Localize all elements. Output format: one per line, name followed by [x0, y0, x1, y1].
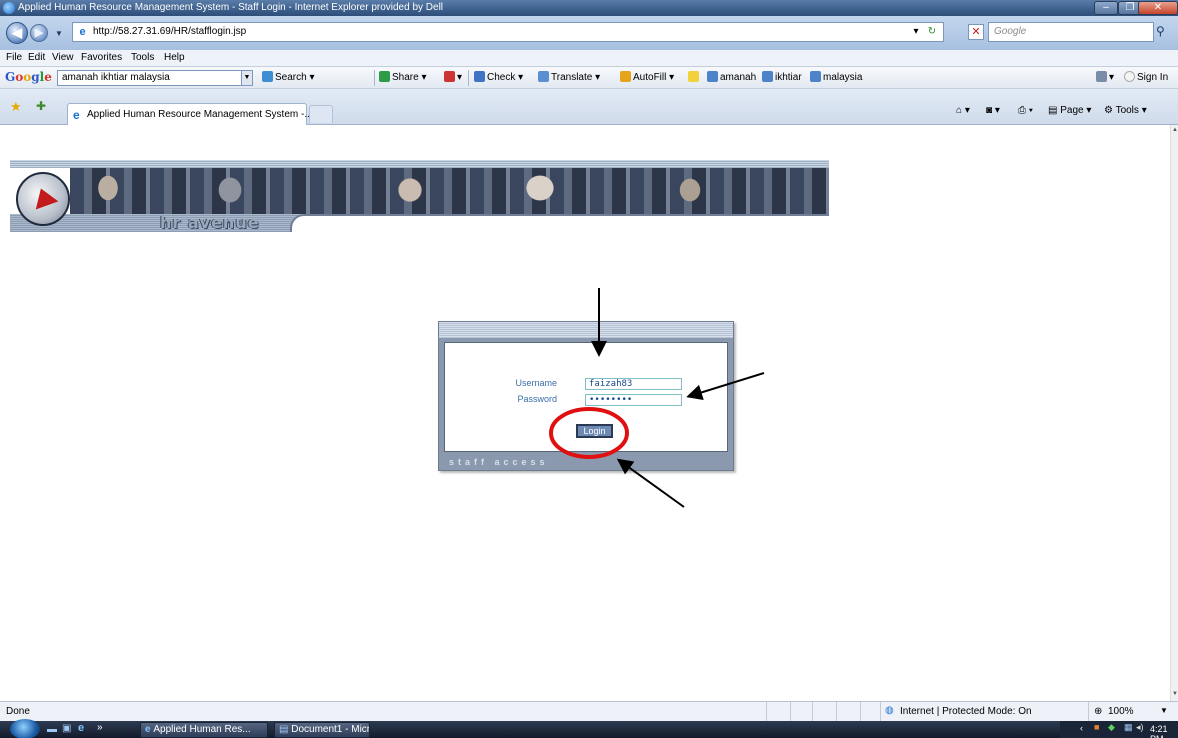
google-logo: Google [5, 70, 52, 84]
quicklaunch-ie-icon[interactable]: e [78, 722, 84, 734]
new-tab-button[interactable] [309, 105, 333, 123]
ie-page-icon: e [79, 26, 86, 38]
popup-blocker-icon [444, 71, 455, 82]
stop-icon[interactable]: ✕ [968, 24, 984, 40]
quicklaunch-overflow-icon[interactable]: » [97, 722, 103, 733]
tools-menu-button[interactable]: ⚙ Tools ▾ [1104, 105, 1147, 116]
system-tray: ‹ ■ ◆ ▦ ◂) 4:21 PM [1060, 721, 1178, 738]
menu-view[interactable]: View [52, 52, 74, 63]
google-toolbar: Google amanah ikhtiar malaysia ▼ Search … [0, 67, 1178, 89]
search-term-amanah[interactable]: amanah [707, 71, 756, 83]
wrench-settings-button[interactable]: ▾ [1096, 71, 1114, 83]
menu-bar: File Edit View Favorites Tools Help [0, 50, 1178, 67]
minimize-button[interactable]: – [1094, 1, 1118, 15]
search-term-ikhtiar[interactable]: ikhtiar [762, 71, 802, 83]
page-menu-button[interactable]: ▤ Page ▾ [1048, 105, 1091, 116]
address-bar: ◀ ▶ ▼ e http://58.27.31.69/HR/stafflogin… [0, 16, 1178, 50]
person-icon [810, 71, 821, 82]
translate-button[interactable]: Translate ▾ [538, 71, 600, 83]
zoom-dropdown-icon[interactable]: ▼ [1160, 706, 1168, 715]
home-button[interactable]: ⌂ ▾ [956, 105, 970, 116]
tray-expand-icon[interactable]: ‹ [1080, 723, 1083, 733]
tab-active[interactable]: e Applied Human Resource Management Syst… [67, 103, 313, 125]
taskbar-word-window[interactable]: ▤ Document1 - Micro... [274, 722, 370, 738]
sign-in-button[interactable]: Sign In [1124, 71, 1168, 83]
google-search-input[interactable]: amanah ikhtiar malaysia [57, 70, 247, 86]
ie-page-icon: e [73, 108, 80, 122]
spell-check-button[interactable]: Check ▾ [474, 71, 523, 83]
network-icon[interactable]: ▦ [1124, 722, 1133, 733]
share-button[interactable]: Share ▾ [379, 71, 427, 83]
shield-icon[interactable]: ◆ [1108, 722, 1115, 733]
clock[interactable]: 4:21 PM [1150, 724, 1178, 738]
arrow-to-login-button [616, 458, 685, 508]
search-field[interactable]: Google [988, 22, 1154, 42]
add-favorites-icon[interactable]: ✚ [36, 99, 46, 113]
recent-pages-dropdown[interactable]: ▼ [55, 29, 63, 38]
taskbar-ie-window[interactable]: e Applied Human Res... [140, 722, 268, 738]
highlighter-button[interactable] [688, 71, 701, 83]
tab-row: ★ ✚ e Applied Human Resource Management … [0, 89, 1178, 125]
translate-icon [538, 71, 549, 82]
windows-taskbar: ▬ ▣ e » e Applied Human Res... ▤ Documen… [0, 719, 1178, 738]
arrow-to-password [686, 372, 765, 401]
quicklaunch-switch-icon[interactable]: ▣ [62, 723, 71, 734]
tab-label: Applied Human Resource Management System… [87, 109, 313, 120]
print-button[interactable]: ⎙ ▾ [1018, 105, 1033, 116]
menu-file[interactable]: File [6, 52, 22, 63]
word-document-icon: ▤ [279, 724, 292, 735]
zoom-icon[interactable]: ⊕ [1094, 706, 1102, 717]
menu-edit[interactable]: Edit [28, 52, 45, 63]
status-text: Done [6, 706, 30, 717]
forward-button[interactable]: ▶ [30, 24, 48, 42]
login-button-highlight-circle [549, 407, 629, 459]
autofill-icon [620, 71, 631, 82]
scroll-up-arrow-icon[interactable]: ▲ [1171, 127, 1178, 133]
share-icon [379, 71, 390, 82]
vertical-scrollbar[interactable]: ▲ ▼ [1170, 125, 1178, 701]
search-icon[interactable]: ⚲ [1156, 24, 1165, 38]
window-titlebar: Applied Human Resource Management System… [0, 0, 1178, 16]
wrench-icon [1096, 71, 1107, 82]
user-icon [1124, 71, 1135, 82]
status-bar: Done ◍ Internet | Protected Mode: On ⊕ 1… [0, 701, 1178, 722]
back-button[interactable]: ◀ [6, 22, 28, 44]
favorites-star-icon[interactable]: ★ [10, 99, 22, 115]
zoom-level[interactable]: 100% [1108, 706, 1134, 717]
internet-zone-icon: ◍ [885, 705, 894, 716]
internet-explorer-icon [3, 2, 15, 14]
volume-icon[interactable]: ◂) [1136, 722, 1144, 733]
tray-app-icon[interactable]: ■ [1094, 722, 1099, 732]
security-zone-text[interactable]: Internet | Protected Mode: On [900, 706, 1032, 717]
refresh-icon[interactable]: ↻ [924, 24, 940, 40]
window-title: Applied Human Resource Management System… [18, 2, 444, 13]
feeds-button[interactable]: ◙ ▾ [986, 105, 1000, 116]
start-button-icon[interactable] [10, 719, 40, 738]
autofill-button[interactable]: AutoFill ▾ [620, 71, 674, 83]
spellcheck-icon [474, 71, 485, 82]
search-term-malaysia[interactable]: malaysia [810, 71, 862, 83]
menu-tools[interactable]: Tools [131, 52, 154, 63]
google-search-button[interactable]: Search ▾ [262, 71, 315, 83]
chevron-down-icon[interactable]: ▾ [908, 24, 924, 40]
url-field[interactable]: e http://58.27.31.69/HR/stafflogin.jsp ▾… [72, 22, 944, 42]
close-button[interactable]: ✕ [1138, 1, 1178, 15]
quicklaunch-desktop-icon[interactable]: ▬ [47, 724, 57, 735]
google-search-dropdown[interactable]: ▼ [241, 70, 253, 86]
url-text: http://58.27.31.69/HR/stafflogin.jsp [93, 26, 247, 37]
highlighter-icon [688, 71, 699, 82]
page-content: hr avenue Username Password faizah83 •••… [8, 125, 1170, 701]
popup-blocker-button[interactable]: ▾ [444, 71, 462, 83]
person-icon [707, 71, 718, 82]
scroll-down-arrow-icon[interactable]: ▼ [1171, 691, 1178, 697]
menu-help[interactable]: Help [164, 52, 185, 63]
search-placeholder: Google [994, 26, 1027, 37]
person-icon [762, 71, 773, 82]
menu-favorites[interactable]: Favorites [81, 52, 122, 63]
search-icon [262, 71, 273, 82]
annotation-overlay [549, 288, 765, 508]
